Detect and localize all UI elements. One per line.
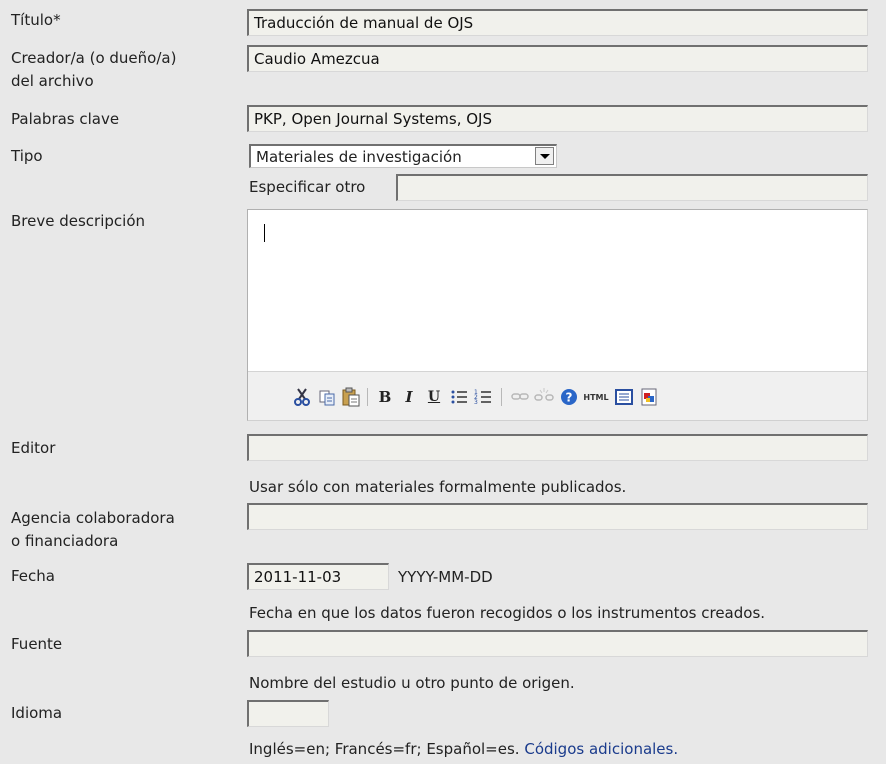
creator-label: Creador/a (o dueño/a) del archivo (11, 47, 176, 93)
date-format-hint: YYYY-MM-DD (398, 568, 493, 586)
description-label: Breve descripción (11, 212, 145, 230)
type-select-value: Materiales de investigación (256, 148, 462, 166)
language-note-text: Inglés=en; Francés=fr; Español=es. (249, 740, 520, 758)
paste-icon[interactable] (341, 387, 361, 407)
chevron-down-icon[interactable] (535, 147, 554, 165)
publisher-note: Usar sólo con materiales formalmente pub… (249, 478, 627, 496)
italic-icon[interactable]: I (399, 387, 419, 407)
numbered-list-icon[interactable]: 123 (473, 387, 493, 407)
type-label: Tipo (11, 147, 43, 165)
sponsor-input[interactable] (247, 503, 868, 530)
creator-input[interactable]: Caudio Amezcua (247, 45, 868, 72)
sponsor-label-line2: o financiadora (11, 532, 119, 550)
language-label: Idioma (11, 704, 63, 722)
toolbar-separator (367, 388, 368, 406)
underline-icon[interactable]: U (424, 387, 444, 407)
toolbar-separator (501, 388, 502, 406)
keywords-label: Palabras clave (11, 110, 120, 128)
source-label: Fuente (11, 635, 63, 653)
title-label: Título* (11, 11, 61, 29)
creator-label-line1: Creador/a (o dueño/a) (11, 49, 177, 67)
editor-toolbar: B I U 123 ? HTML (248, 371, 867, 420)
cut-icon[interactable] (292, 387, 312, 407)
language-note: Inglés=en; Francés=fr; Español=es. Códig… (249, 739, 678, 759)
link-icon[interactable] (510, 387, 530, 407)
creator-label-line2: del archivo (11, 72, 94, 90)
image-icon[interactable] (639, 387, 659, 407)
description-editor[interactable]: B I U 123 ? HTML (247, 209, 868, 421)
fullscreen-icon[interactable] (614, 387, 634, 407)
publisher-input[interactable] (247, 434, 868, 461)
svg-text:?: ? (566, 391, 573, 405)
copy-icon[interactable] (317, 387, 337, 407)
source-note: Nombre del estudio u otro punto de orige… (249, 674, 575, 692)
help-icon[interactable]: ? (559, 387, 579, 407)
additional-codes-link[interactable]: Códigos adicionales. (524, 740, 678, 758)
bold-icon[interactable]: B (375, 387, 395, 407)
type-other-input[interactable] (396, 174, 868, 201)
bullet-list-icon[interactable] (449, 387, 469, 407)
text-caret (264, 224, 265, 242)
unlink-icon[interactable] (534, 387, 554, 407)
html-icon[interactable]: HTML (583, 387, 609, 407)
sponsor-label-line1: Agencia colaboradora (11, 509, 175, 527)
title-input[interactable]: Traducción de manual de OJS (247, 9, 868, 36)
date-label: Fecha (11, 567, 55, 585)
date-note: Fecha en que los datos fueron recogidos … (249, 604, 766, 622)
type-other-label: Especificar otro (249, 178, 366, 196)
date-input[interactable]: 2011-11-03 (247, 563, 389, 590)
type-select[interactable]: Materiales de investigación (249, 144, 557, 168)
sponsor-label: Agencia colaboradora o financiadora (11, 507, 175, 553)
source-input[interactable] (247, 630, 868, 657)
keywords-input[interactable]: PKP, Open Journal Systems, OJS (247, 105, 868, 132)
language-input[interactable] (247, 700, 329, 727)
svg-text:3: 3 (474, 399, 478, 406)
publisher-label: Editor (11, 439, 56, 457)
